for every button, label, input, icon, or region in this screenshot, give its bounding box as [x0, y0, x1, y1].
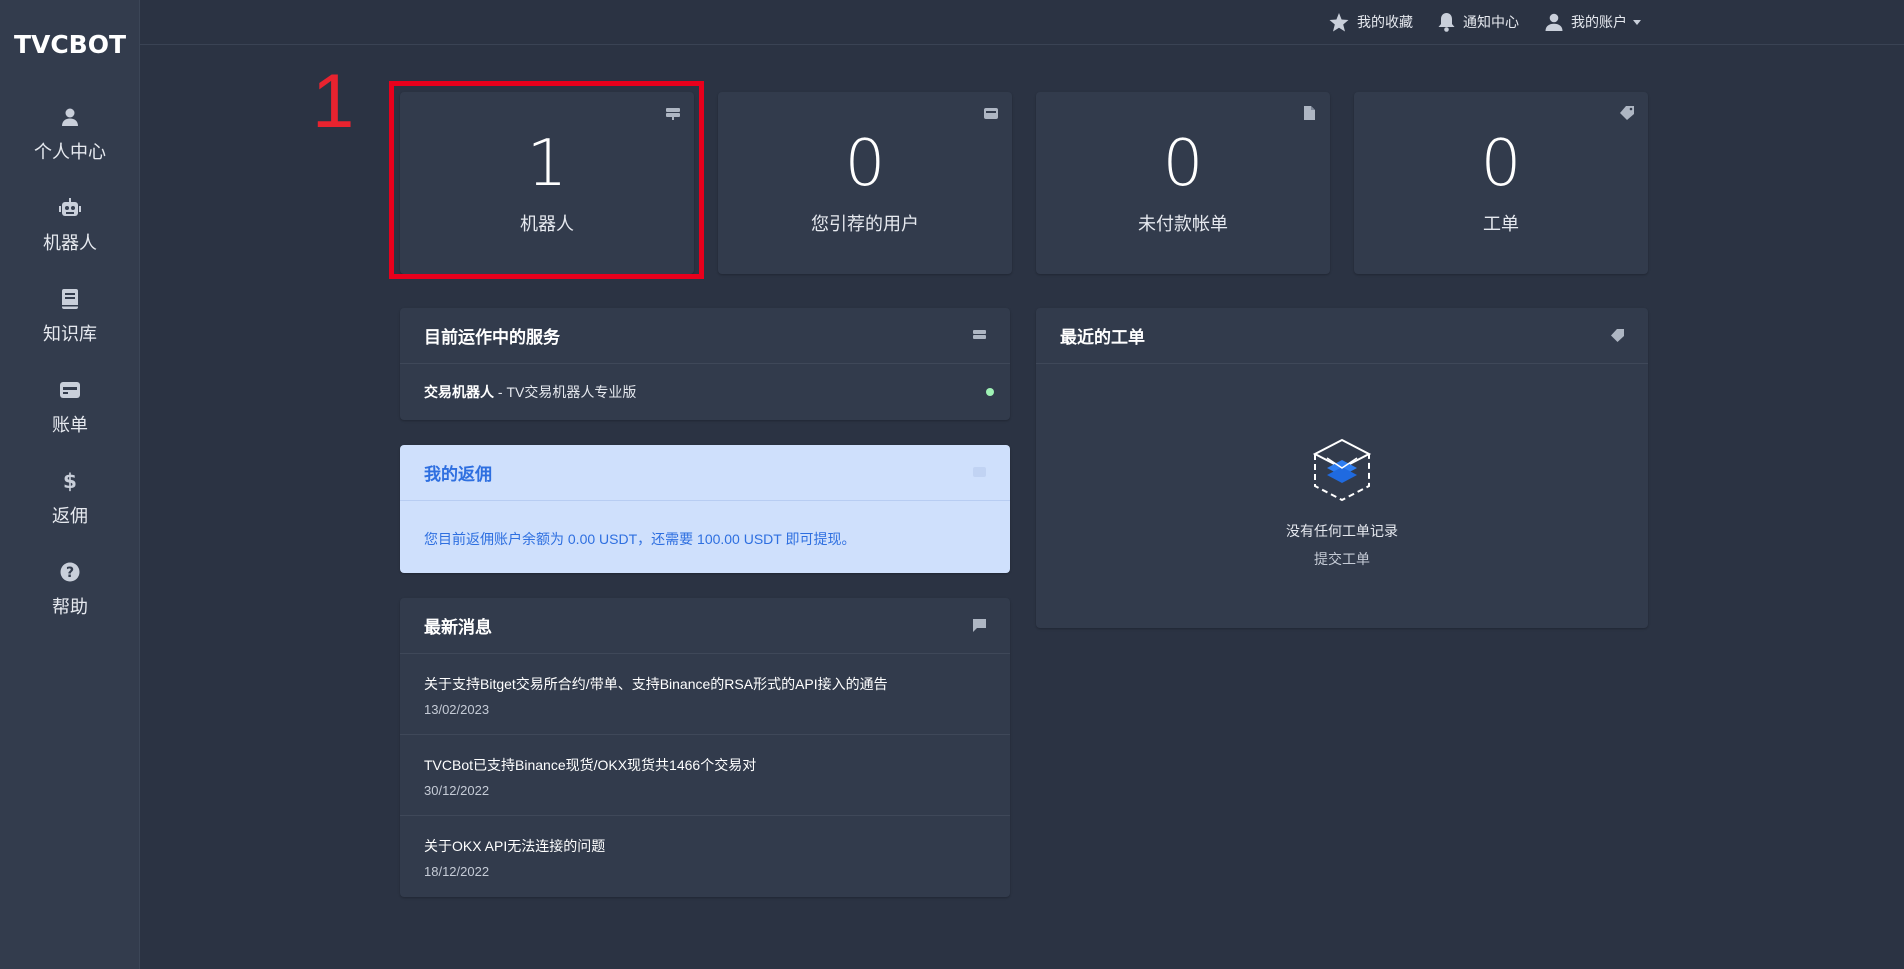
news-date: 18/12/2022: [424, 864, 490, 879]
star-icon: [1329, 12, 1349, 31]
sidebar-item-knowledge-base[interactable]: 知识库: [0, 280, 140, 360]
sidebar-item-label: 机器人: [43, 233, 97, 253]
tag-icon: [1620, 106, 1634, 120]
panel-title: 我的返佣: [424, 465, 492, 484]
stat-label: 工单: [1483, 214, 1519, 234]
card-icon: [973, 467, 986, 477]
panel-header: 最近的工单: [1036, 308, 1648, 364]
news-title: 关于支持Bitget交易所合约/带单、支持Binance的RSA形式的API接入…: [424, 676, 888, 692]
status-indicator: [986, 388, 994, 396]
server-icon: [666, 108, 680, 120]
stat-value: 0: [1480, 127, 1522, 201]
panel-title: 目前运作中的服务: [424, 328, 560, 347]
empty-box-icon: [1312, 438, 1372, 502]
account-menu[interactable]: 我的账户: [1545, 11, 1641, 33]
service-plan: TV交易机器人专业版: [506, 383, 637, 400]
question-icon: ?: [59, 561, 81, 583]
news-title: TVCBot已支持Binance现货/OKX现货共1466个交易对: [424, 757, 757, 773]
news-date: 13/02/2023: [424, 702, 490, 717]
sidebar-item-label: 返佣: [52, 506, 88, 526]
empty-state-title: 没有任何工单记录: [1286, 523, 1398, 539]
service-row[interactable]: 交易机器人 - TV交易机器人专业版: [400, 364, 1010, 419]
favorites-label: 我的收藏: [1357, 14, 1413, 30]
panel-title: 最新消息: [424, 618, 492, 637]
news-panel: 最新消息 关于支持Bitget交易所合约/带单、支持Binance的RSA形式的…: [400, 598, 1010, 897]
server-icon: [973, 330, 986, 339]
stat-label: 未付款帐单: [1138, 214, 1228, 234]
stat-card-unpaid-invoices[interactable]: 0 未付款帐单: [1036, 92, 1330, 274]
brand-logo[interactable]: TVCBOT: [0, 30, 140, 59]
rebate-panel: 我的返佣 您目前返佣账户余额为 0.00 USDT，还需要 100.00 USD…: [400, 445, 1010, 573]
dollar-icon: $: [59, 470, 81, 492]
user-icon: [1545, 13, 1563, 31]
svg-text:?: ?: [66, 565, 74, 581]
svg-text:$: $: [63, 470, 77, 492]
file-icon: [1304, 106, 1315, 120]
account-label: 我的账户: [1571, 14, 1627, 30]
empty-state: 没有任何工单记录 提交工单: [1036, 438, 1648, 569]
topbar: 我的收藏 通知中心 我的账户: [140, 0, 1904, 45]
sidebar-item-help[interactable]: ? 帮助: [0, 553, 140, 633]
book-icon: [59, 288, 81, 310]
bell-icon: [1438, 12, 1455, 32]
news-title: 关于OKX API无法连接的问题: [424, 838, 606, 854]
stat-value: 0: [844, 127, 886, 201]
news-item[interactable]: 关于OKX API无法连接的问题 18/12/2022: [400, 816, 1010, 897]
stat-value: 1: [526, 127, 568, 201]
user-icon: [59, 106, 81, 128]
service-name: 交易机器人: [424, 383, 494, 400]
news-item[interactable]: 关于支持Bitget交易所合约/带单、支持Binance的RSA形式的API接入…: [400, 654, 1010, 735]
favorites-link[interactable]: 我的收藏: [1329, 11, 1413, 33]
sidebar: TVCBOT 个人中心 机器人 知识库 账单 $ 返佣 ? 帮助: [0, 0, 140, 969]
notifications-link[interactable]: 通知中心: [1438, 11, 1519, 33]
panel-header: 我的返佣: [400, 445, 1010, 501]
card-icon: [984, 108, 998, 119]
sidebar-item-label: 个人中心: [34, 142, 106, 162]
active-services-panel: 目前运作中的服务 交易机器人 - TV交易机器人专业版: [400, 308, 1010, 420]
caret-down-icon: [1633, 19, 1641, 25]
stat-card-tickets[interactable]: 0 工单: [1354, 92, 1648, 274]
recent-tickets-panel: 最近的工单 没有任何工单记录 提交工单: [1036, 308, 1648, 628]
stat-value: 0: [1162, 127, 1204, 201]
stat-label: 机器人: [520, 214, 574, 234]
sidebar-item-billing[interactable]: 账单: [0, 371, 140, 451]
sidebar-item-label: 知识库: [43, 324, 97, 344]
robot-icon: [59, 197, 81, 219]
stat-card-referrals[interactable]: 0 您引荐的用户: [718, 92, 1012, 274]
sidebar-item-label: 账单: [52, 415, 88, 435]
panel-title: 最近的工单: [1060, 328, 1145, 347]
news-item[interactable]: TVCBot已支持Binance现货/OKX现货共1466个交易对 30/12/…: [400, 735, 1010, 816]
news-date: 30/12/2022: [424, 783, 490, 798]
service-separator: -: [494, 383, 507, 400]
notifications-label: 通知中心: [1463, 14, 1519, 30]
sidebar-item-profile[interactable]: 个人中心: [0, 98, 140, 178]
wallet-icon: [59, 379, 81, 401]
flag-icon: [973, 619, 986, 632]
tag-icon: [1611, 329, 1624, 342]
stat-card-robots[interactable]: 1 机器人: [400, 92, 694, 274]
submit-ticket-link[interactable]: 提交工单: [1036, 549, 1648, 569]
rebate-balance-text: 您目前返佣账户余额为 0.00 USDT，还需要 100.00 USDT 即可提…: [424, 531, 856, 547]
panel-header: 目前运作中的服务: [400, 308, 1010, 364]
sidebar-item-label: 帮助: [52, 597, 88, 617]
step-marker: 1: [312, 59, 355, 144]
panel-header: 最新消息: [400, 598, 1010, 654]
sidebar-item-robot[interactable]: 机器人: [0, 189, 140, 269]
sidebar-item-rebate[interactable]: $ 返佣: [0, 462, 140, 542]
stat-label: 您引荐的用户: [811, 214, 919, 234]
